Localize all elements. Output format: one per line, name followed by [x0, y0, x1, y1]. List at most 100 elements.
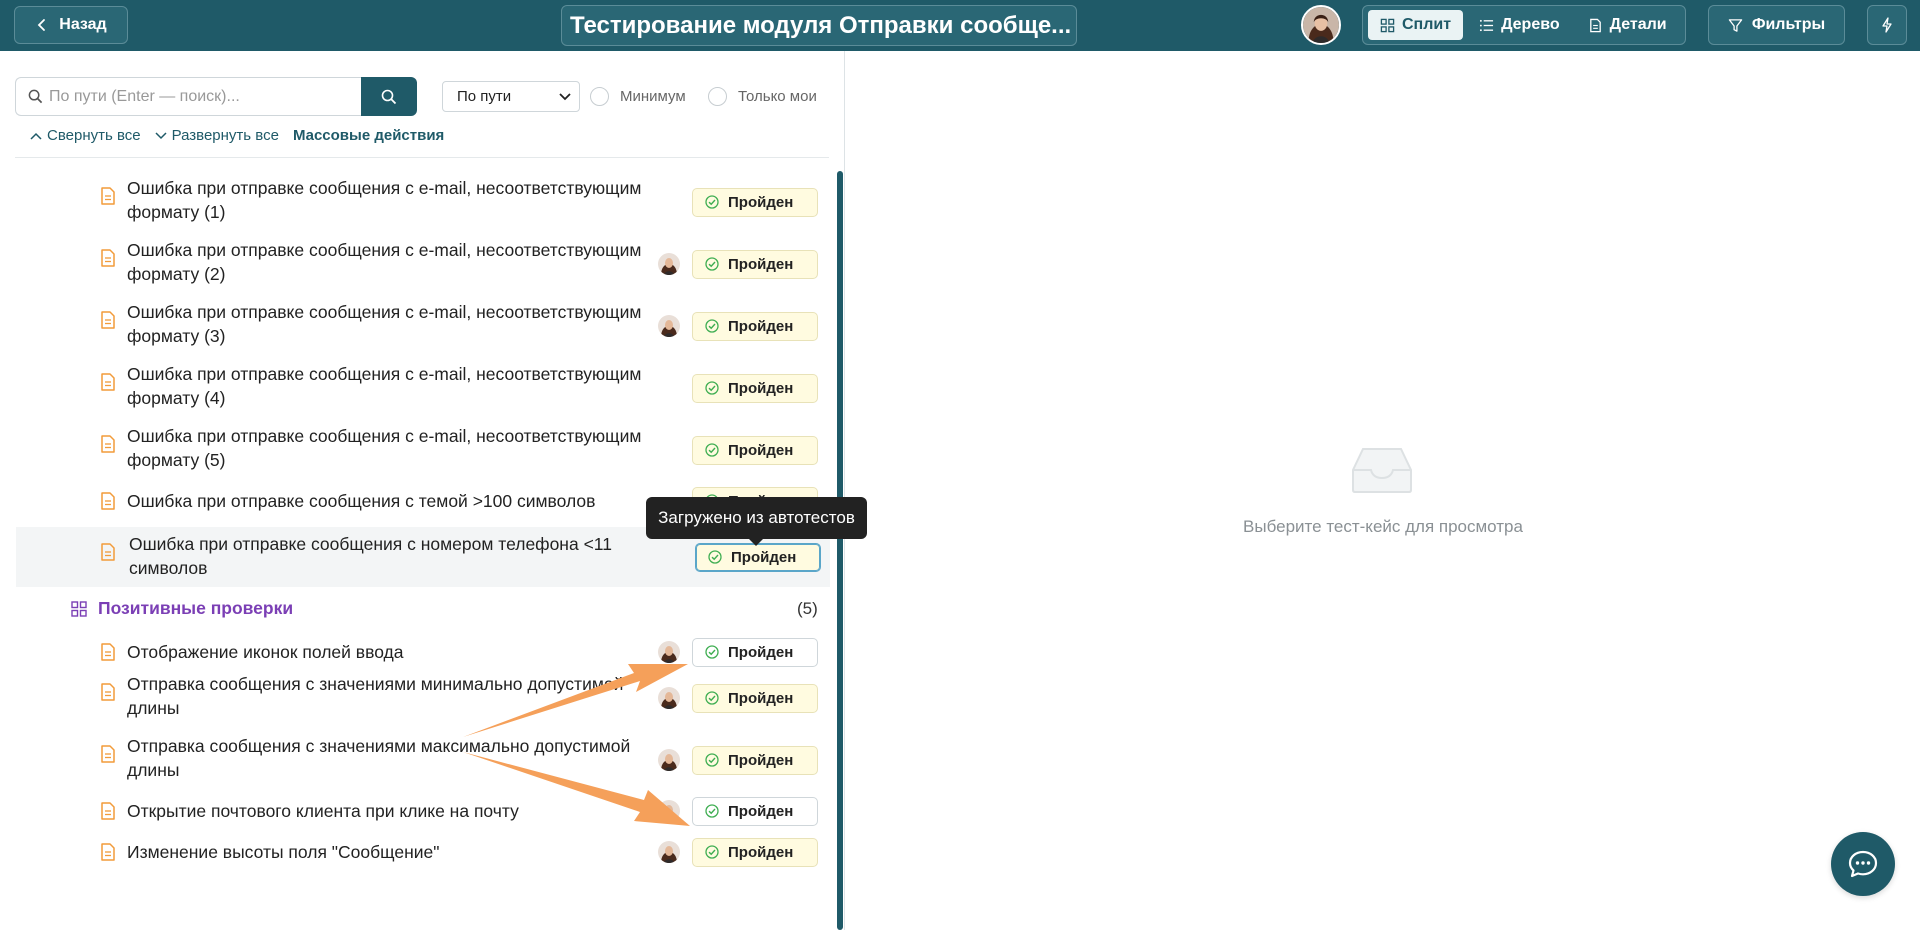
- test-case-row[interactable]: Ошибка при отправке сообщения с e-mail, …: [16, 171, 830, 233]
- test-case-title: Ошибка при отправке сообщения с e-mail, …: [127, 424, 667, 472]
- test-case-title: Ошибка при отправке сообщения с темой >1…: [127, 489, 667, 513]
- test-case-row[interactable]: Ошибка при отправке сообщения с e-mail, …: [16, 295, 830, 357]
- document-icon: [101, 643, 115, 661]
- collapse-all-label: Свернуть все: [47, 127, 141, 144]
- scrollbar[interactable]: [837, 171, 843, 930]
- status-label: Пройден: [728, 751, 794, 769]
- status-badge[interactable]: Пройден: [692, 373, 818, 403]
- assignee-avatar: [658, 641, 680, 663]
- status-badge[interactable]: Пройден: [692, 745, 818, 775]
- empty-state-text: Выберите тест-кейс для просмотра: [1243, 517, 1523, 536]
- group-label: Позитивные проверки: [98, 598, 294, 618]
- chat-button[interactable]: [1831, 832, 1895, 896]
- check-circle-icon: [705, 195, 719, 209]
- test-case-row[interactable]: Отображение иконок полей ввода Пройден: [16, 632, 830, 672]
- status-badge[interactable]: Пройден: [692, 796, 818, 826]
- status-badge[interactable]: Пройден: [692, 435, 818, 465]
- title-line: Ошибка при отправке сообщения с e-mail, …: [127, 426, 642, 446]
- split-view-icon: [1380, 18, 1395, 32]
- group-count: (5): [797, 599, 818, 618]
- title-line: формату (4): [127, 388, 226, 408]
- check-circle-icon: [705, 443, 719, 457]
- only-mine-checkbox-label: Только мои: [738, 88, 817, 105]
- title-line: формату (5): [127, 450, 226, 470]
- document-icon: [101, 802, 115, 820]
- minimum-checkbox[interactable]: Минимум: [590, 87, 686, 106]
- chevron-down-icon: [155, 131, 167, 139]
- test-case-title: Ошибка при отправке сообщения с e-mail, …: [127, 176, 667, 224]
- test-case-row[interactable]: Изменение высоты поля "Сообщение" Пройден: [16, 832, 830, 872]
- check-circle-icon: [705, 804, 719, 818]
- title-line: Отправка сообщения с значениями максимал…: [127, 736, 631, 756]
- sort-select[interactable]: По пути: [442, 81, 580, 112]
- mass-actions-button[interactable]: Массовые действия: [293, 127, 444, 144]
- check-circle-icon: [705, 319, 719, 333]
- chat-icon: [1848, 850, 1878, 878]
- title-line: Ошибка при отправке сообщения с темой >1…: [127, 491, 596, 511]
- chevron-down-icon: [559, 92, 571, 100]
- test-case-title: Открытие почтового клиента при клике на …: [127, 799, 667, 823]
- document-icon: [101, 543, 115, 561]
- test-case-title: Отправка сообщения с значениями максимал…: [127, 734, 667, 782]
- status-badge[interactable]: Пройден: [695, 542, 821, 572]
- view-split-label: Сплит: [1402, 16, 1452, 33]
- expand-all-button[interactable]: Развернуть все: [155, 127, 279, 144]
- only-mine-checkbox[interactable]: Только мои: [708, 87, 817, 106]
- status-badge[interactable]: Пройден: [692, 311, 818, 341]
- status-badge[interactable]: Пройден: [692, 249, 818, 279]
- status-label: Пройден: [731, 548, 797, 566]
- test-case-row[interactable]: Открытие почтового клиента при клике на …: [16, 791, 830, 831]
- filters-label: Фильтры: [1751, 16, 1826, 33]
- back-button[interactable]: Назад: [14, 6, 128, 44]
- test-case-title: Ошибка при отправке сообщения с e-mail, …: [127, 300, 667, 348]
- title-line: Изменение высоты поля "Сообщение": [127, 842, 440, 862]
- document-icon: [1589, 18, 1601, 32]
- page-title[interactable]: Тестирование модуля Отправки сообще...: [561, 5, 1077, 46]
- status-badge[interactable]: Пройден: [692, 683, 818, 713]
- search-icon: [28, 89, 43, 104]
- view-split-button[interactable]: Сплит: [1368, 10, 1464, 40]
- assignee-avatar: [658, 841, 680, 863]
- minimum-checkbox-label: Минимум: [620, 88, 686, 105]
- check-circle-icon: [708, 550, 722, 564]
- title-line: Ошибка при отправке сообщения с e-mail, …: [127, 240, 642, 260]
- document-icon: [101, 435, 115, 453]
- status-badge[interactable]: Пройден: [692, 837, 818, 867]
- search-button[interactable]: [361, 77, 417, 116]
- test-case-row[interactable]: Отправка сообщения с значениями минималь…: [16, 667, 830, 729]
- status-label: Пройден: [728, 643, 794, 661]
- test-case-row[interactable]: Отправка сообщения с значениями максимал…: [16, 729, 830, 791]
- quick-actions-button[interactable]: [1867, 5, 1907, 45]
- check-circle-icon: [705, 381, 719, 395]
- document-icon: [101, 373, 115, 391]
- document-icon: [101, 683, 115, 701]
- test-case-row[interactable]: Ошибка при отправке сообщения с e-mail, …: [16, 357, 830, 419]
- test-case-row[interactable]: Ошибка при отправке сообщения с e-mail, …: [16, 233, 830, 295]
- view-tree-button[interactable]: Дерево: [1467, 10, 1572, 40]
- document-icon: [101, 745, 115, 763]
- document-icon: [101, 492, 115, 510]
- status-badge[interactable]: Пройден: [692, 637, 818, 667]
- user-avatar[interactable]: [1301, 5, 1341, 45]
- status-label: Пройден: [728, 441, 794, 459]
- list-icon: [1480, 19, 1494, 31]
- check-circle-icon: [705, 257, 719, 271]
- view-details-label: Детали: [1609, 16, 1667, 33]
- document-icon: [101, 187, 115, 205]
- chevron-up-icon: [30, 132, 42, 140]
- search-input[interactable]: [49, 87, 349, 106]
- status-badge[interactable]: Пройден: [692, 187, 818, 217]
- collapse-all-button[interactable]: Свернуть все: [30, 127, 141, 144]
- filters-button[interactable]: Фильтры: [1708, 5, 1845, 45]
- assignee-avatar: [658, 687, 680, 709]
- search-icon: [381, 89, 397, 104]
- test-case-row[interactable]: Ошибка при отправке сообщения с e-mail, …: [16, 419, 830, 481]
- search-bar: [15, 77, 417, 116]
- view-details-button[interactable]: Детали: [1576, 10, 1679, 40]
- expand-all-label: Развернуть все: [171, 127, 279, 144]
- status-label: Пройден: [728, 317, 794, 335]
- title-line: длины: [127, 698, 180, 718]
- status-label: Пройден: [728, 689, 794, 707]
- empty-inbox-icon: [1352, 448, 1412, 493]
- group-positive-checks[interactable]: Позитивные проверки (5): [16, 592, 830, 628]
